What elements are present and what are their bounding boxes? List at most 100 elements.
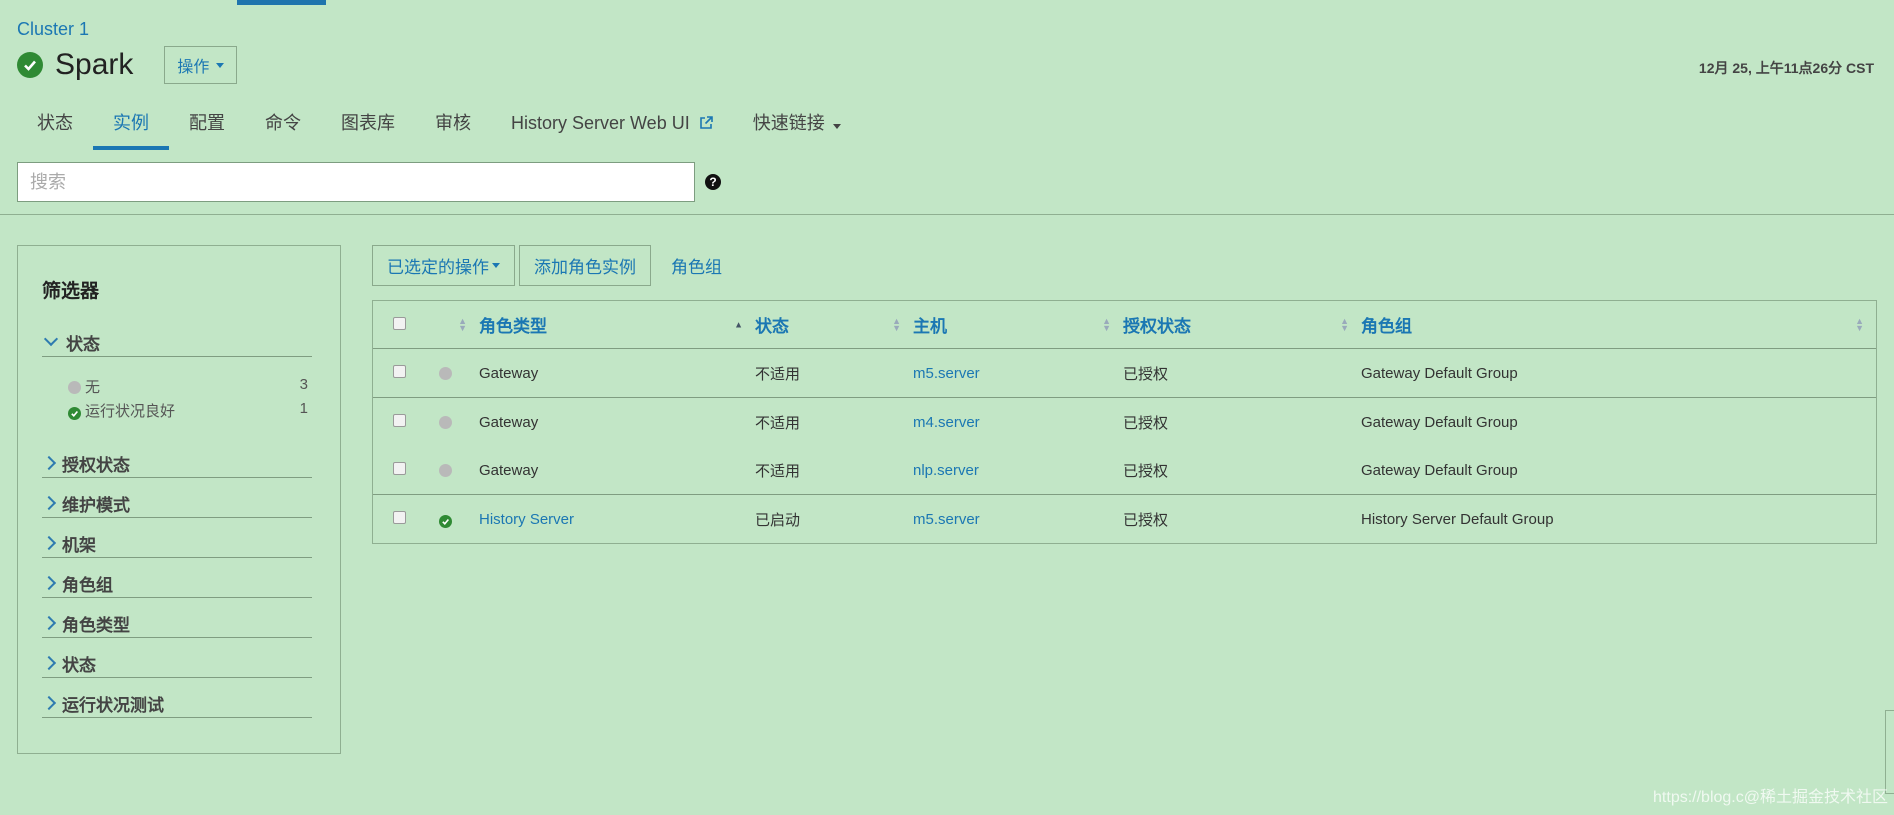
cluster-link[interactable]: Cluster 1 xyxy=(17,19,89,40)
facet-label: 角色组 xyxy=(62,575,113,595)
column-header-label: 角色类型 xyxy=(479,317,547,336)
tab-quick-links[interactable]: 快速链接 xyxy=(733,108,861,150)
health-none-icon xyxy=(68,381,81,394)
column-header-label: 授权状态 xyxy=(1123,317,1191,336)
sort-icon: ▲ ▼ xyxy=(1855,315,1864,333)
role-type-link[interactable]: History Server xyxy=(479,494,755,543)
facet-rack[interactable]: 机架 xyxy=(41,529,312,558)
row-checkbox[interactable] xyxy=(393,364,406,378)
role-groups-link[interactable]: 角色组 xyxy=(671,253,722,278)
facet-label: 状态 xyxy=(62,655,96,675)
facet-role-group[interactable]: 角色组 xyxy=(41,569,312,598)
sort-icon: ▲ ▼ xyxy=(458,315,467,333)
health-cell xyxy=(439,494,479,543)
instances-table: ▲ ▼ 角色类型 ▲ 状态 ▲ ▼ 主机 ▲ ▼ 授权状态 ▲ ▼ 角色组 ▲ ▼ Gateway … xyxy=(372,300,1877,544)
column-header-role-type[interactable]: 角色类型 ▲ xyxy=(479,301,755,349)
side-panel-handle[interactable] xyxy=(1885,710,1894,794)
row-checkbox[interactable] xyxy=(393,510,406,524)
tab-charts[interactable]: 图表库 xyxy=(321,108,415,150)
caret-down-icon xyxy=(492,263,500,268)
role-group-cell: History Server Default Group xyxy=(1361,494,1876,543)
column-header-auth-status[interactable]: 授权状态 ▲ ▼ xyxy=(1123,301,1361,349)
facet-item-label: 无 xyxy=(85,379,101,396)
sort-icon: ▲ ▼ xyxy=(1102,315,1111,333)
sort-icon: ▲ ▼ xyxy=(892,315,901,333)
select-all-checkbox[interactable] xyxy=(393,316,406,330)
column-header-host[interactable]: 主机 ▲ ▼ xyxy=(913,301,1123,349)
column-header-label: 状态 xyxy=(755,317,789,336)
sort-asc-icon: ▲ xyxy=(734,319,743,329)
health-none-icon xyxy=(439,366,452,380)
host-link[interactable]: m5.server xyxy=(913,494,1123,543)
role-type-cell: Gateway xyxy=(479,461,539,479)
row-select-cell xyxy=(373,397,439,446)
external-link-icon xyxy=(699,116,713,129)
tab-commands[interactable]: 命令 xyxy=(245,108,321,150)
role-group-cell: Gateway Default Group xyxy=(1361,397,1876,446)
tab-quick-links-label: 快速链接 xyxy=(752,113,825,133)
selected-actions-label: 已选定的操作 xyxy=(387,258,489,277)
health-cell xyxy=(439,348,479,398)
facet-maintenance-mode[interactable]: 维护模式 xyxy=(41,489,312,518)
caret-down-icon xyxy=(216,62,225,68)
facet-state[interactable]: 状态 xyxy=(41,649,312,678)
role-type-cell: Gateway xyxy=(479,348,755,398)
facet-label: 授权状态 xyxy=(62,455,130,475)
role-group-cell: Gateway Default Group xyxy=(1361,461,1518,479)
health-cell xyxy=(439,446,479,495)
actions-dropdown-label: 操作 xyxy=(177,59,210,76)
host-link[interactable]: m4.server xyxy=(913,397,1123,446)
filter-panel: 筛选器 状态 无 3 运行状况良好 1 授权状态 维护模式 机架 角色组 角色类… xyxy=(17,245,341,754)
top-indicator xyxy=(237,0,326,5)
state-cell: 不适用 xyxy=(755,397,913,446)
facet-role-type[interactable]: 角色类型 xyxy=(41,609,312,638)
column-header-role-group[interactable]: 角色组 ▲ ▼ xyxy=(1361,301,1876,349)
chevron-right-icon xyxy=(41,455,57,471)
host-link[interactable]: m5.server xyxy=(913,348,1123,398)
tab-history-server-web-ui[interactable]: History Server Web UI xyxy=(491,108,733,150)
row-checkbox[interactable] xyxy=(393,413,406,427)
health-none-icon xyxy=(439,415,452,429)
chevron-right-icon xyxy=(41,575,57,591)
chevron-right-icon xyxy=(41,615,57,631)
health-sort-header[interactable]: ▲ ▼ xyxy=(439,301,479,349)
selected-actions-button[interactable]: 已选定的操作 xyxy=(372,245,515,286)
chevron-down-icon xyxy=(43,331,59,347)
actions-dropdown-button[interactable]: 操作 xyxy=(164,46,238,84)
row-select-cell xyxy=(373,446,439,495)
table-header-row: ▲ ▼ 角色类型 ▲ 状态 ▲ ▼ 主机 ▲ ▼ 授权状态 ▲ ▼ 角色组 ▲ ▼ xyxy=(373,301,1876,349)
tab-status[interactable]: 状态 xyxy=(17,108,93,150)
help-icon[interactable]: ? xyxy=(705,174,721,190)
facet-auth-status[interactable]: 授权状态 xyxy=(41,449,312,478)
title-row: Spark 操作 xyxy=(17,46,238,84)
search-input[interactable] xyxy=(17,162,695,202)
table-row: Gateway 不适用 m5.server 已授权 Gateway Defaul… xyxy=(373,348,1876,398)
facet-health-tests[interactable]: 运行状况测试 xyxy=(41,689,312,718)
chevron-right-icon xyxy=(41,695,57,711)
facet-item-good-health[interactable]: 运行状况良好 1 xyxy=(68,400,308,421)
filter-title: 筛选器 xyxy=(42,281,100,302)
search-bar: ? xyxy=(17,162,721,202)
row-checkbox[interactable] xyxy=(393,461,406,475)
add-role-instance-button[interactable]: 添加角色实例 xyxy=(519,245,651,286)
column-header-state[interactable]: 状态 ▲ ▼ xyxy=(755,301,913,349)
tab-audits[interactable]: 审核 xyxy=(415,108,491,150)
tab-instances[interactable]: 实例 xyxy=(93,108,169,150)
facet-item-none[interactable]: 无 3 xyxy=(68,376,308,397)
table-row: History Server 已启动 m5.server 已授权 History… xyxy=(373,494,1876,543)
host-link[interactable]: nlp.server xyxy=(913,446,1123,495)
facet-label: 机架 xyxy=(62,535,96,555)
role-group-cell: Gateway Default Group xyxy=(1361,348,1876,398)
divider xyxy=(0,214,1894,215)
facet-status-expanded[interactable]: 状态 xyxy=(42,328,312,357)
chevron-right-icon xyxy=(41,495,57,511)
facet-item-label: 运行状况良好 xyxy=(85,403,176,420)
auth-status-cell: 已授权 xyxy=(1123,397,1361,446)
tab-configuration[interactable]: 配置 xyxy=(169,108,245,150)
tab-history-server-label: History Server Web UI xyxy=(511,113,690,133)
sort-icon: ▲ ▼ xyxy=(1340,315,1349,333)
health-cell xyxy=(439,397,479,446)
auth-status-cell: 已授权 xyxy=(1123,348,1361,398)
column-header-label: 主机 xyxy=(913,317,947,336)
row-select-cell xyxy=(373,494,439,543)
